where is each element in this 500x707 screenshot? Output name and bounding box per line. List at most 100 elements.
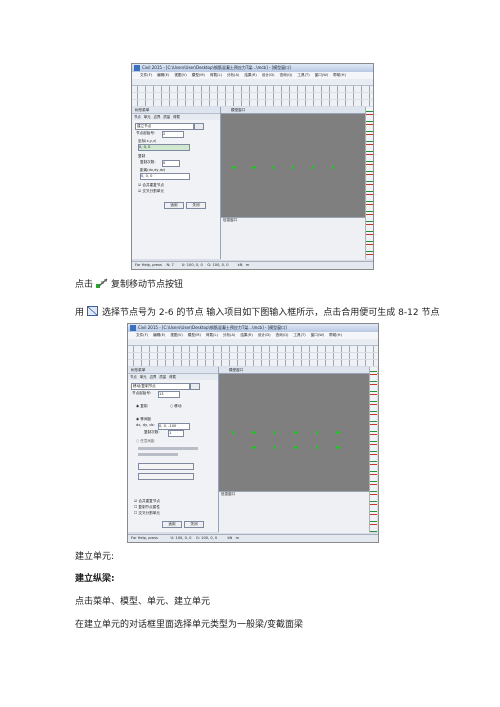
- mode-move-radio[interactable]: ○ 移动: [170, 404, 181, 409]
- menu-item-11[interactable]: 帮助(H): [333, 73, 346, 77]
- app-icon: [134, 65, 140, 71]
- equal-spacing-radio[interactable]: ◉ 等间距: [136, 417, 151, 422]
- toolbar-row-1[interactable]: [132, 86, 373, 92]
- node-2[interactable]: [252, 431, 255, 434]
- apply-button[interactable]: 适用: [162, 521, 182, 528]
- merge-label: 合并重复节点: [138, 499, 160, 503]
- intersect-checkbox[interactable]: ☑ 交叉分割单元: [138, 189, 164, 194]
- intersect-checkbox[interactable]: ☐ 交叉分割单元: [134, 511, 160, 516]
- apply-label: 适用: [170, 203, 178, 207]
- node-function-dropdown[interactable]: 移动/复制节点: [131, 383, 190, 390]
- menu-item-5[interactable]: 分析(A): [223, 333, 235, 337]
- node-1[interactable]: [231, 431, 234, 434]
- menu-item-5[interactable]: 分析(A): [227, 73, 239, 77]
- copy-count-input[interactable]: 0: [162, 160, 180, 167]
- apply-button[interactable]: 适用: [164, 202, 184, 209]
- dropdown-value: 建立节点: [137, 124, 152, 128]
- status-unit-length[interactable]: m: [236, 536, 240, 540]
- node-start-input[interactable]: 13: [158, 391, 180, 398]
- node-1[interactable]: [232, 166, 235, 169]
- menu-item-7[interactable]: 设计(D): [258, 333, 271, 337]
- status-unit-force[interactable]: kN: [238, 263, 243, 267]
- menu-item-7[interactable]: 设计(D): [262, 73, 275, 77]
- node-6[interactable]: [336, 431, 339, 434]
- node-10[interactable]: [294, 446, 297, 449]
- menu-item-6[interactable]: 结果(R): [244, 73, 257, 77]
- node-function-dropdown[interactable]: 建立节点: [135, 123, 194, 130]
- panel-tabs[interactable]: 节点 单元 边界 质量 荷载: [128, 374, 218, 380]
- panel-tab-1[interactable]: 单元: [140, 375, 147, 379]
- menu-item-1[interactable]: 编辑(E): [157, 73, 169, 77]
- merge-checkbox[interactable]: ☑ 合并重复节点: [134, 499, 160, 504]
- panel-tab-3[interactable]: 质量: [163, 115, 170, 119]
- panel-tab-4[interactable]: 荷载: [173, 115, 180, 119]
- toolbar-row-1[interactable]: [128, 346, 378, 352]
- distance-input[interactable]: 0, 0, 0: [140, 173, 190, 180]
- right-toolbar[interactable]: [369, 367, 377, 532]
- node-4[interactable]: [291, 166, 294, 169]
- dropdown-button[interactable]: [194, 123, 204, 130]
- status-unit-force[interactable]: kN: [227, 536, 232, 540]
- menu-item-4[interactable]: 荷载(L): [206, 333, 218, 337]
- menu-item-2[interactable]: 视图(V): [170, 333, 182, 337]
- copy-count-input[interactable]: 1: [168, 430, 184, 437]
- message-tab[interactable]: 信息窗口: [219, 492, 369, 497]
- panel-tab-0[interactable]: 节点: [134, 115, 141, 119]
- node-8[interactable]: [252, 446, 255, 449]
- menu-item-4[interactable]: 荷载(L): [210, 73, 222, 77]
- model-canvas[interactable]: [221, 114, 365, 217]
- close-button[interactable]: 关闭: [186, 202, 206, 209]
- node-3[interactable]: [273, 431, 276, 434]
- menu-item-11[interactable]: 帮助(H): [329, 333, 342, 337]
- node-12[interactable]: [336, 446, 339, 449]
- node-11[interactable]: [315, 446, 318, 449]
- menu-item-1[interactable]: 编辑(E): [153, 333, 165, 337]
- menu-item-6[interactable]: 结果(R): [240, 333, 253, 337]
- model-canvas[interactable]: [219, 374, 369, 491]
- merge-checkbox[interactable]: ☑ 合并重复节点: [138, 183, 164, 188]
- menu-item-8[interactable]: 查询(Q): [276, 333, 289, 337]
- panel-tab-3[interactable]: 质量: [159, 375, 166, 379]
- unequal-spacing-radio[interactable]: ○ 任意间距: [136, 439, 155, 444]
- node-9[interactable]: [273, 446, 276, 449]
- status-unit-length[interactable]: m: [246, 263, 250, 267]
- menu-item-8[interactable]: 查询(Q): [280, 73, 293, 77]
- toolbar-row-3[interactable]: [128, 360, 378, 366]
- toolbar-row-2[interactable]: [128, 353, 378, 359]
- copy-attr-checkbox[interactable]: ☐ 复制节点属性: [134, 505, 160, 510]
- menu-item-9[interactable]: 工具(T): [293, 333, 305, 337]
- panel-tab-4[interactable]: 荷载: [169, 375, 176, 379]
- menu-item-10[interactable]: 窗口(W): [311, 333, 325, 337]
- node-6[interactable]: [331, 166, 334, 169]
- distance-input[interactable]: 0, 0, -100: [158, 423, 190, 430]
- node-3[interactable]: [271, 166, 274, 169]
- menu-item-0[interactable]: 文件(F): [140, 73, 152, 77]
- message-tab[interactable]: 信息窗口: [221, 218, 365, 223]
- panel-tab-2[interactable]: 边界: [150, 375, 157, 379]
- menu-item-3[interactable]: 模型(M): [192, 73, 205, 77]
- menu-item-2[interactable]: 视图(V): [174, 73, 186, 77]
- toolbar-row-3[interactable]: [132, 100, 373, 106]
- mode-copy-radio[interactable]: ◉ 复制: [136, 404, 147, 409]
- right-toolbar[interactable]: [365, 107, 373, 259]
- menu-item-9[interactable]: 工具(T): [297, 73, 309, 77]
- node-5[interactable]: [311, 166, 314, 169]
- panel-tab-0[interactable]: 节点: [130, 375, 137, 379]
- menu-item-0[interactable]: 文件(F): [136, 333, 148, 337]
- node-start-input[interactable]: 2: [162, 131, 184, 138]
- panel-tab-1[interactable]: 单元: [144, 115, 151, 119]
- panel-tabs[interactable]: 节点 单元 边界 质量 荷载: [132, 114, 220, 120]
- coord-input[interactable]: 0, 0, 0: [138, 144, 190, 151]
- node-5[interactable]: [315, 431, 318, 434]
- node-4[interactable]: [294, 431, 297, 434]
- panel-tab-2[interactable]: 边界: [154, 115, 161, 119]
- toolbar-row-2[interactable]: [132, 93, 373, 99]
- close-button[interactable]: 关闭: [184, 521, 204, 528]
- model-window-tab[interactable]: 模型窗口: [221, 107, 373, 114]
- menu-item-10[interactable]: 窗口(W): [315, 73, 329, 77]
- node-2[interactable]: [252, 166, 255, 169]
- panel-title: 树形菜单: [128, 367, 218, 374]
- menu-item-3[interactable]: 模型(M): [188, 333, 201, 337]
- dropdown-button[interactable]: [190, 383, 200, 390]
- model-window-tab[interactable]: 模型窗口: [219, 367, 378, 374]
